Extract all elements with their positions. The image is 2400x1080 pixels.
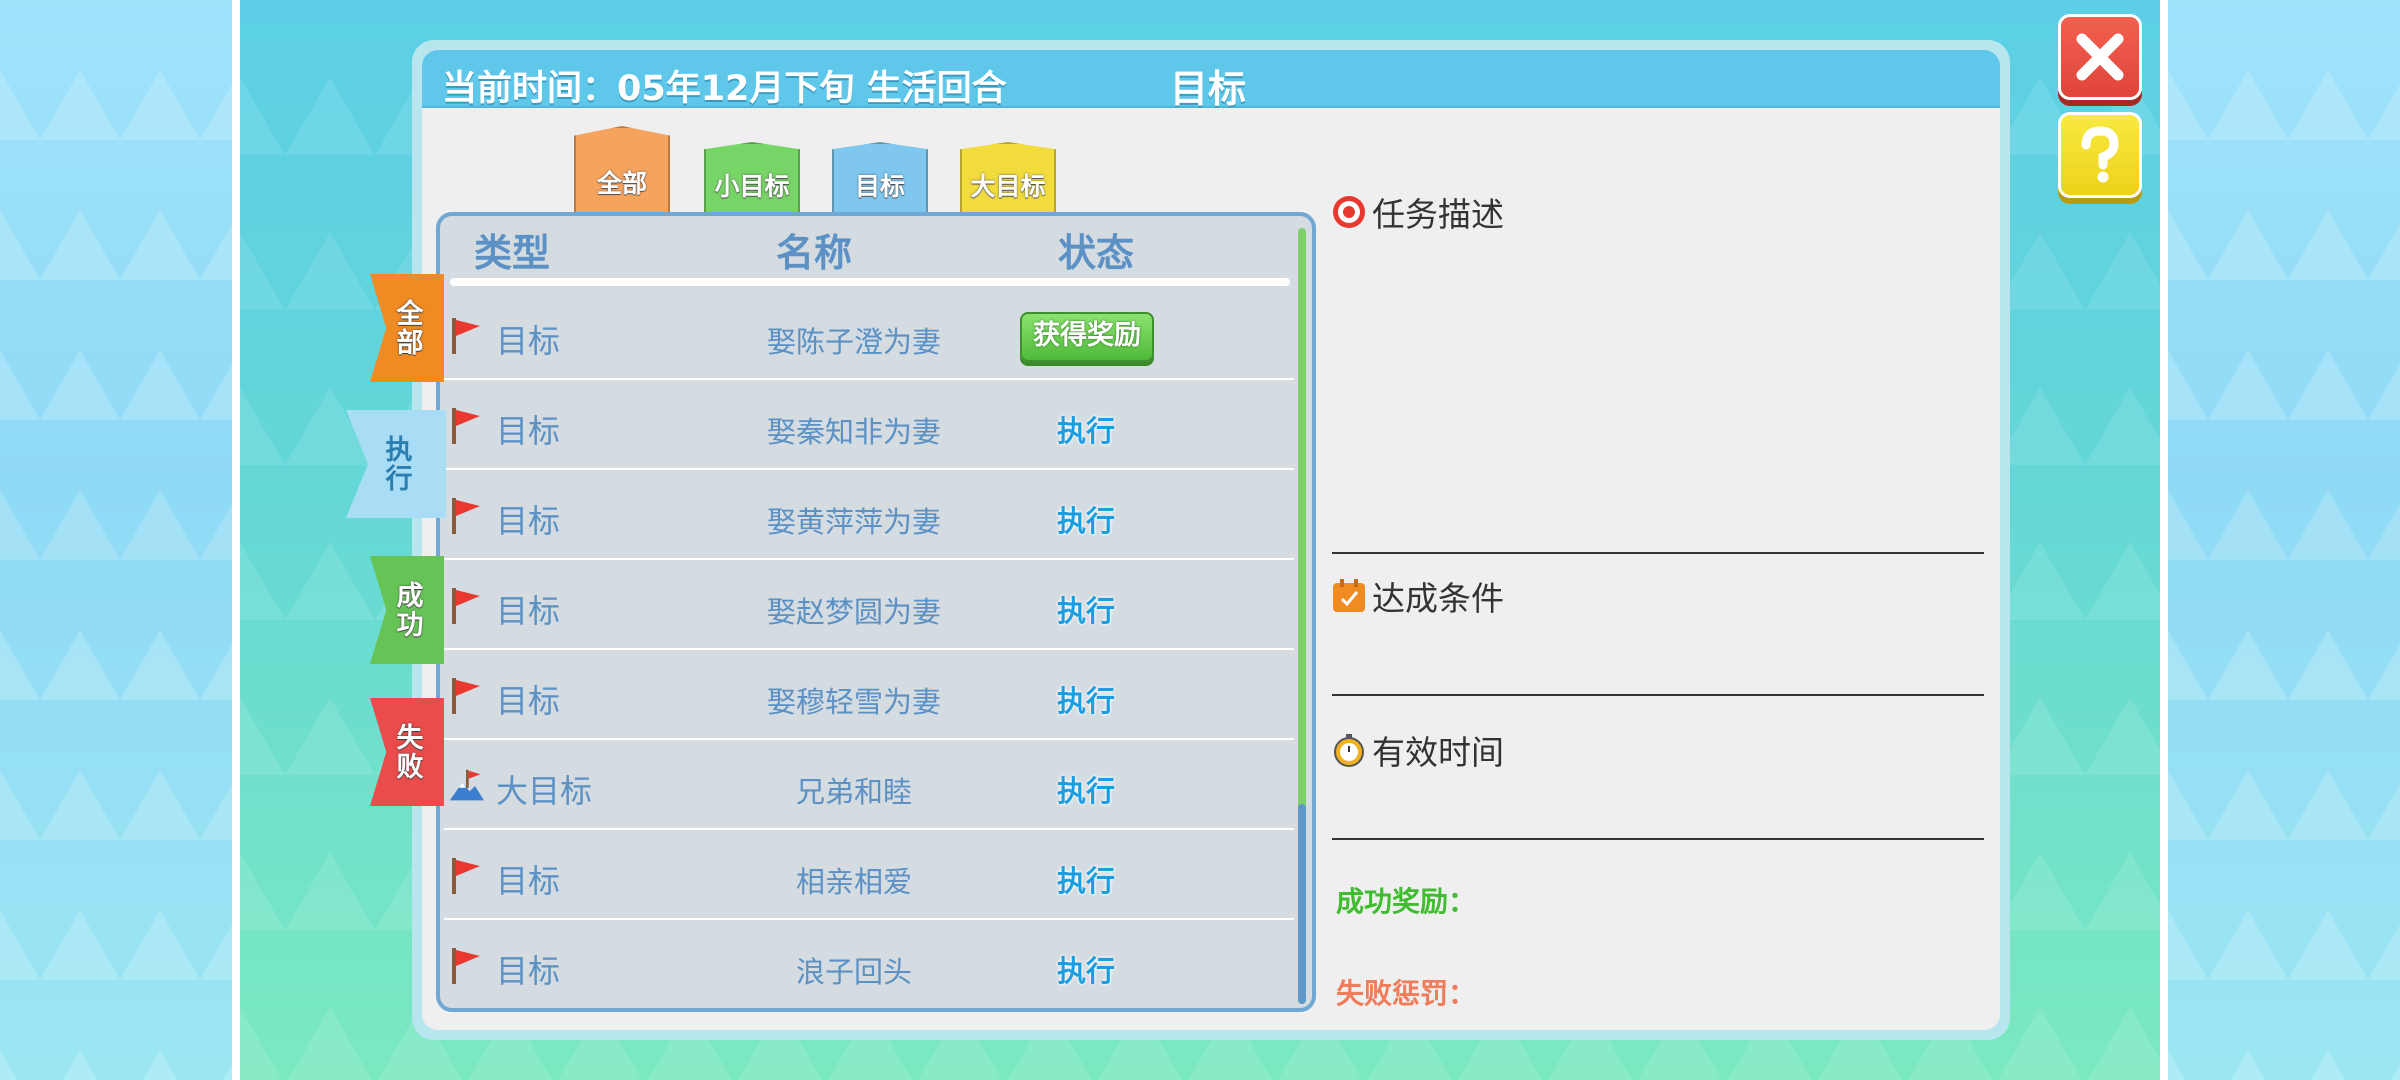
target-icon <box>1333 196 1365 228</box>
tab-goals[interactable]: 目标 <box>832 142 928 214</box>
goal-name: 娶陈子澄为妻 <box>766 325 941 359</box>
side-tab-failed-label: 失败 <box>391 723 423 781</box>
goal-type: 目标 <box>496 322 561 360</box>
background-border-left <box>232 0 240 1080</box>
goal-name: 相亲相爱 <box>795 865 912 899</box>
goal-list-panel: 类型 名称 状态 目标 娶陈子澄为妻 获得奖励 目标 娶秦知非为妻 执行 目标 … <box>436 212 1316 1012</box>
goal-name: 娶黄萍萍为妻 <box>766 505 941 539</box>
red-flag-icon <box>452 318 480 354</box>
goal-status: 执行 <box>1056 864 1115 898</box>
side-tab-all-label: 全部 <box>391 299 423 357</box>
valid-time-heading: 有效时间 <box>1332 726 1504 774</box>
column-header-name: 名称 <box>776 231 853 275</box>
valid-time-label: 有效时间 <box>1372 733 1504 772</box>
red-flag-icon <box>452 408 480 444</box>
goal-row[interactable]: 目标 娶赵梦圆为妻 执行 <box>444 560 1294 650</box>
tab-small-goals-label: 小目标 <box>714 172 790 201</box>
background-right <box>2168 0 2400 1080</box>
goal-type: 目标 <box>496 592 561 630</box>
header-divider <box>450 278 1290 286</box>
goal-row[interactable]: 目标 相亲相爱 执行 <box>444 830 1294 920</box>
goal-list-header: 类型 名称 状态 <box>440 216 1312 276</box>
info-divider <box>1332 552 1984 554</box>
current-time-text: 当前时间：05年12月下旬 生活回合 <box>442 69 1007 109</box>
red-flag-icon <box>452 498 480 534</box>
red-flag-icon <box>452 588 480 624</box>
checklist-icon <box>1333 579 1365 612</box>
condition-label: 达成条件 <box>1372 579 1504 618</box>
list-scrollbar[interactable] <box>1298 228 1306 1004</box>
red-flag-icon <box>452 678 480 714</box>
goal-type: 目标 <box>496 502 561 540</box>
red-flag-icon <box>452 858 480 894</box>
tab-all-goals[interactable]: 全部 <box>574 126 670 222</box>
goal-status: 执行 <box>1056 594 1115 628</box>
goal-status: 执行 <box>1056 774 1115 808</box>
goal-name: 娶穆轻雪为妻 <box>766 685 941 719</box>
column-header-type: 类型 <box>474 231 551 275</box>
goal-type: 大目标 <box>496 772 593 810</box>
goal-name: 娶赵梦圆为妻 <box>766 595 941 629</box>
goal-type: 目标 <box>496 862 561 900</box>
goal-name: 兄弟和睦 <box>795 775 912 809</box>
goal-name: 浪子回头 <box>795 955 912 989</box>
goal-status: 执行 <box>1056 684 1115 718</box>
tab-all-goals-label: 全部 <box>596 169 647 198</box>
tab-small-goals[interactable]: 小目标 <box>704 142 800 214</box>
goal-type: 目标 <box>496 412 561 450</box>
goal-type: 目标 <box>496 682 561 720</box>
side-tab-success-label: 成功 <box>391 581 423 639</box>
list-scrollbar-thumb[interactable] <box>1298 804 1306 1004</box>
goal-status: 执行 <box>1056 504 1115 538</box>
goal-row[interactable]: 目标 娶秦知非为妻 执行 <box>444 380 1294 470</box>
goal-row[interactable]: 目标 娶陈子澄为妻 获得奖励 <box>444 290 1294 380</box>
goal-row[interactable]: 大目标 兄弟和睦 执行 <box>444 740 1294 830</box>
goal-row[interactable]: 目标 娶黄萍萍为妻 执行 <box>444 470 1294 560</box>
tab-big-goals[interactable]: 大目标 <box>960 142 1056 214</box>
goals-window-inner: 当前时间：05年12月下旬 生活回合 目标 全部 小目标 目标 大目标 类型 名… <box>422 50 2000 1030</box>
red-flag-icon <box>452 948 480 984</box>
mountain-flag-icon <box>449 769 484 801</box>
column-header-status: 状态 <box>1058 231 1135 275</box>
side-tab-executing-label: 执行 <box>380 435 412 493</box>
goals-window: 当前时间：05年12月下旬 生活回合 目标 全部 小目标 目标 大目标 类型 名… <box>346 40 2010 1040</box>
claim-reward-button[interactable]: 获得奖励 <box>1020 312 1154 362</box>
goal-row[interactable]: 目标 浪子回头 执行 <box>444 920 1294 1008</box>
close-button[interactable] <box>2058 14 2142 100</box>
goal-row[interactable]: 目标 娶穆轻雪为妻 执行 <box>444 650 1294 740</box>
info-divider <box>1332 694 1984 696</box>
goal-status: 执行 <box>1056 954 1115 988</box>
task-description-heading: 任务描述 <box>1332 188 1504 236</box>
goal-name: 娶秦知非为妻 <box>766 415 941 449</box>
background-left <box>0 0 232 1080</box>
background-border-right <box>2160 0 2168 1080</box>
close-icon <box>2076 33 2124 81</box>
success-reward-label: 成功奖励： <box>1336 885 1477 918</box>
task-description-label: 任务描述 <box>1372 195 1504 234</box>
question-mark-icon <box>2081 126 2119 183</box>
condition-heading: 达成条件 <box>1332 572 1504 620</box>
fail-penalty-label: 失败惩罚： <box>1336 977 1477 1010</box>
tab-big-goals-label: 大目标 <box>970 172 1046 201</box>
info-divider <box>1332 838 1984 840</box>
help-button[interactable] <box>2058 112 2142 198</box>
goal-status: 执行 <box>1056 414 1115 448</box>
tab-goals-label: 目标 <box>854 172 905 201</box>
stopwatch-icon <box>1334 734 1364 767</box>
goal-type: 目标 <box>496 952 561 990</box>
window-header: 当前时间：05年12月下旬 生活回合 目标 <box>422 50 2000 111</box>
window-title: 目标 <box>1170 67 1247 111</box>
